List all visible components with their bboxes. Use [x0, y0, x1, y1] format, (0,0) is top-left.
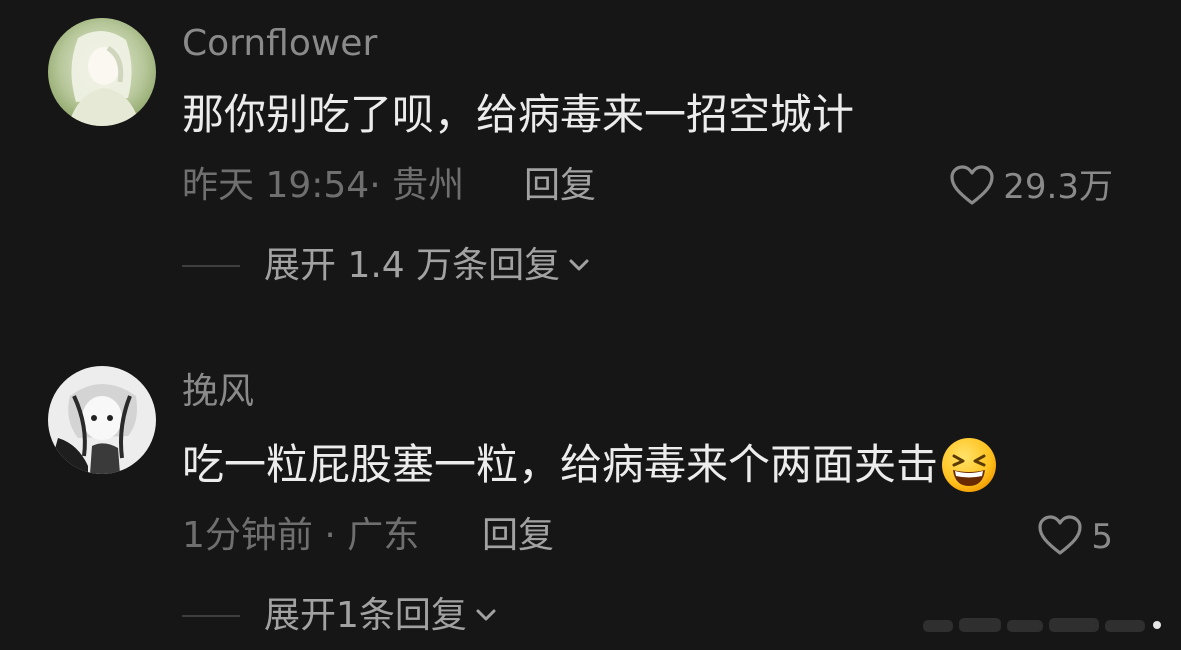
grinning-squinting-face-icon — [940, 436, 998, 494]
comment-text: 吃一粒屁股塞一粒，给病毒来个两面夹击 — [182, 436, 998, 494]
comment-text-body: 吃一粒屁股塞一粒，给病毒来个两面夹击 — [182, 440, 939, 489]
username[interactable]: 挽风 — [182, 374, 254, 410]
reply-button[interactable]: 回复 — [482, 518, 554, 554]
heart-outline-icon — [1037, 514, 1083, 560]
chevron-down-icon — [475, 607, 497, 626]
expand-replies-label: 展开1条回复 — [264, 595, 467, 636]
expand-replies-button[interactable]: 展开1条回复 — [182, 598, 497, 634]
comment-meta: 1分钟前 · 广东 — [182, 515, 420, 556]
avatar[interactable] — [48, 366, 156, 474]
like-button[interactable]: 5 — [1037, 514, 1113, 560]
like-count: 5 — [1091, 517, 1113, 557]
divider-line — [182, 615, 240, 617]
watermark-image — [919, 612, 1169, 638]
comment-item: 挽风 吃一粒屁股塞一粒，给病毒来个两面夹击 1分钟前 · 广东 回复 5 展开1… — [0, 0, 1181, 650]
